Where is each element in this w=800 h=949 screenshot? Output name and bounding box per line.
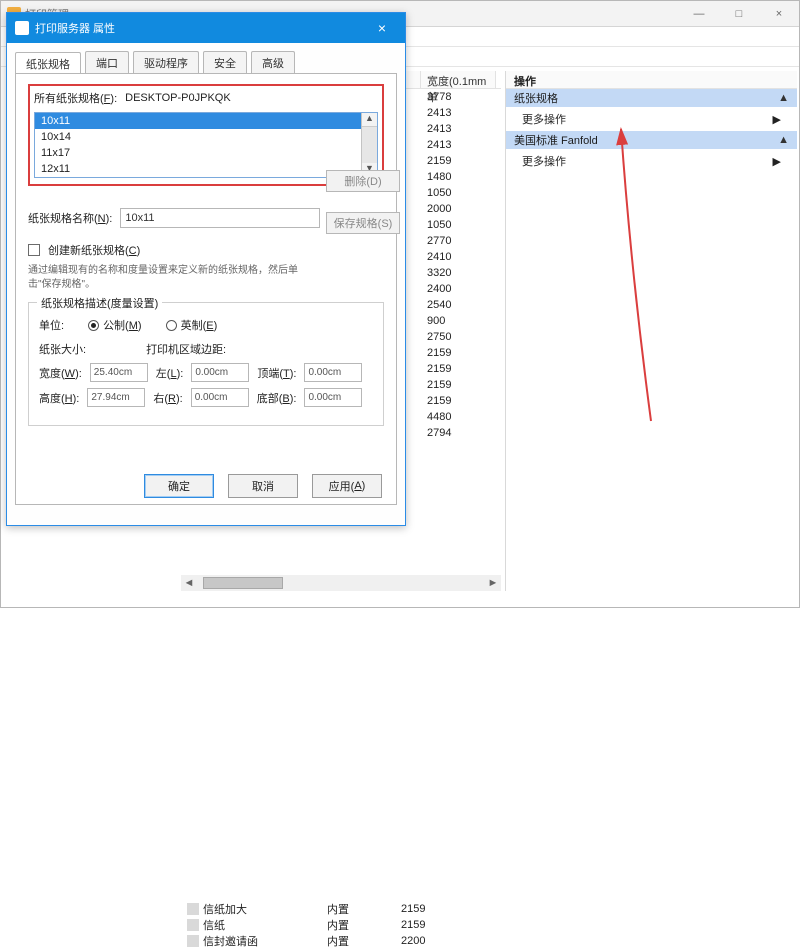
form-icon (187, 935, 199, 947)
ops-more-2[interactable]: 更多操作 ▶ (506, 149, 797, 173)
max-button[interactable]: □ (719, 1, 759, 27)
triangle-right-icon: ▶ (773, 113, 781, 126)
dialog-title: 打印服务器 属性 (35, 20, 115, 36)
list-item[interactable]: 信纸内置2159 (181, 917, 501, 933)
server-name: DESKTOP-P0JPKQK (125, 92, 231, 104)
ok-button[interactable]: 确定 (144, 474, 214, 498)
hscroll-thumb[interactable] (203, 577, 283, 589)
form-option[interactable]: 12x11 (35, 161, 361, 177)
bottom-label: 底部(B): (257, 390, 297, 406)
form-icon (187, 903, 199, 915)
min-button[interactable]: — (679, 1, 719, 27)
ops-panel: 操作 纸张规格 ▲ 更多操作 ▶ 美国标准 Fanfold ▲ 更多操作 ▶ (505, 71, 797, 591)
ops-section-fanfold[interactable]: 美国标准 Fanfold ▲ (506, 131, 797, 149)
tab-body: 所有纸张规格(F): DESKTOP-P0JPKQK 10x1110x1411x… (15, 73, 397, 505)
cancel-button[interactable]: 取消 (228, 474, 298, 498)
all-forms-label: 所有纸张规格(F): (34, 90, 117, 106)
save-form-button[interactable]: 保存规格(S) (326, 212, 400, 234)
create-new-checkbox[interactable] (28, 244, 40, 256)
forms-listbox[interactable]: 10x1110x1411x1712x11 ▲ ▼ (34, 112, 378, 178)
col-width[interactable]: 宽度(0.1mm 单 (421, 71, 496, 88)
scroll-track[interactable] (362, 127, 377, 163)
tab-ports[interactable]: 端口 (85, 51, 129, 73)
tab-security[interactable]: 安全 (203, 51, 247, 73)
scroll-right-icon[interactable]: ► (485, 577, 501, 589)
form-name-label: 纸张规格名称(N): (28, 210, 112, 226)
form-name-input[interactable] (120, 208, 320, 228)
right-label: 右(R): (153, 390, 182, 406)
paper-size-label: 纸张大小: (39, 341, 86, 357)
list-item[interactable]: 信封邀请函内置2200 (181, 933, 501, 949)
group-legend: 纸张规格描述(度量设置) (37, 295, 162, 311)
unit-label: 单位: (39, 317, 64, 333)
tab-drivers[interactable]: 驱动程序 (133, 51, 199, 73)
print-server-properties-dialog: 打印服务器 属性 × 纸张规格 端口 驱动程序 安全 高级 所有纸张规格(F):… (6, 12, 406, 526)
radio-metric[interactable]: 公制(M) (88, 317, 142, 333)
dialog-buttons: 确定 取消 应用(A) (144, 474, 382, 498)
ops-header: 操作 (506, 71, 797, 89)
right-input[interactable] (191, 388, 249, 407)
left-input[interactable] (191, 363, 249, 382)
list-item[interactable]: 信纸加大内置2159 (181, 901, 501, 917)
chevron-up-icon: ▲ (778, 92, 789, 104)
height-label: 高度(H): (39, 390, 79, 406)
width-input[interactable] (90, 363, 148, 382)
top-label: 顶端(T): (257, 365, 296, 381)
scroll-up-icon[interactable]: ▲ (362, 113, 377, 127)
triangle-right-icon: ▶ (773, 155, 781, 168)
scroll-left-icon[interactable]: ◄ (181, 577, 197, 589)
ops-more-1[interactable]: 更多操作 ▶ (506, 107, 797, 131)
tree-rows[interactable]: 信纸加大内置2159信纸内置2159信封邀请函内置2200 (181, 901, 501, 949)
dialog-titlebar[interactable]: 打印服务器 属性 × (7, 13, 405, 43)
printer-icon (15, 21, 29, 35)
margins-label: 打印机区域边距: (146, 341, 226, 357)
form-option[interactable]: 10x11 (35, 113, 361, 129)
radio-icon (166, 320, 177, 331)
chevron-up-icon: ▲ (778, 134, 789, 146)
dialog-tabs: 纸张规格 端口 驱动程序 安全 高级 (7, 49, 405, 73)
delete-button[interactable]: 删除(D) (326, 170, 400, 192)
create-new-label: 创建新纸张规格(C) (48, 242, 140, 258)
tab-advanced[interactable]: 高级 (251, 51, 295, 73)
measurement-group: 纸张规格描述(度量设置) 单位: 公制(M) 英制(E) 纸张大小: 打印机区域… (28, 302, 384, 426)
radio-imperial[interactable]: 英制(E) (166, 317, 218, 333)
bottom-input[interactable] (304, 388, 362, 407)
hscroll[interactable]: ◄ ► (181, 575, 501, 591)
close-button[interactable]: × (759, 1, 799, 27)
height-input[interactable] (87, 388, 145, 407)
width-label: 宽度(W): (39, 365, 82, 381)
top-input[interactable] (304, 363, 362, 382)
help-text: 通过编辑现有的名称和度量设置来定义新的纸张规格，然后单击"保存规格"。 (28, 264, 384, 292)
form-option[interactable]: 10x14 (35, 129, 361, 145)
dialog-close-button[interactable]: × (367, 20, 397, 36)
form-icon (187, 919, 199, 931)
left-label: 左(L): (156, 365, 184, 381)
radio-icon (88, 320, 99, 331)
form-option[interactable]: 11x17 (35, 145, 361, 161)
ops-section-forms[interactable]: 纸张规格 ▲ (506, 89, 797, 107)
tab-forms[interactable]: 纸张规格 (15, 52, 81, 74)
apply-button[interactable]: 应用(A) (312, 474, 382, 498)
list-vscroll[interactable]: ▲ ▼ (361, 113, 377, 177)
